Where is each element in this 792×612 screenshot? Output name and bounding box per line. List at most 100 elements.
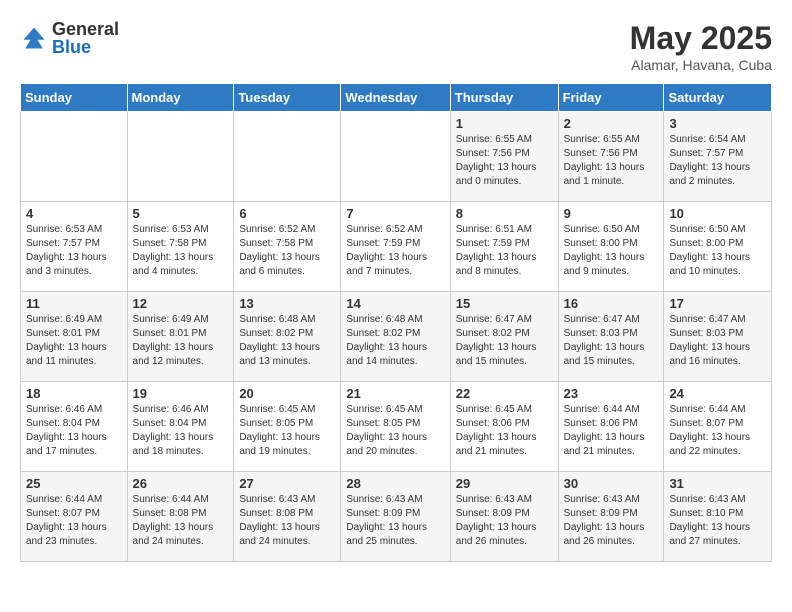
day-number: 18 [26,386,122,401]
weekday-header-friday: Friday [558,84,664,112]
day-info: Sunrise: 6:46 AM Sunset: 8:04 PM Dayligh… [133,403,229,459]
day-number: 27 [239,476,335,491]
day-info: Sunrise: 6:52 AM Sunset: 7:59 PM Dayligh… [346,223,444,279]
day-number: 17 [669,296,766,311]
calendar-cell [21,112,128,202]
day-number: 8 [456,206,553,221]
day-info: Sunrise: 6:43 AM Sunset: 8:08 PM Dayligh… [239,493,335,549]
day-info: Sunrise: 6:44 AM Sunset: 8:08 PM Dayligh… [133,493,229,549]
calendar-cell: 4 Sunrise: 6:53 AM Sunset: 7:57 PM Daylig… [21,202,128,292]
day-info: Sunrise: 6:50 AM Sunset: 8:00 PM Dayligh… [564,223,659,279]
calendar-cell: 12 Sunrise: 6:49 AM Sunset: 8:01 PM Dayli… [127,292,234,382]
calendar-cell: 23 Sunrise: 6:44 AM Sunset: 8:06 PM Dayli… [558,382,664,472]
day-number: 29 [456,476,553,491]
calendar-cell: 30Sunrise: 6:43 AM Sunset: 8:09 PM Dayli… [558,472,664,562]
logo: General Blue [20,20,119,56]
calendar-cell [234,112,341,202]
day-number: 23 [564,386,659,401]
day-info: Sunrise: 6:47 AM Sunset: 8:03 PM Dayligh… [669,313,766,369]
calendar-cell: 2Sunrise: 6:55 AM Sunset: 7:56 PM Daylig… [558,112,664,202]
calendar-cell [341,112,450,202]
calendar-cell: 7 Sunrise: 6:52 AM Sunset: 7:59 PM Daylig… [341,202,450,292]
calendar-cell: 5Sunrise: 6:53 AM Sunset: 7:58 PM Daylig… [127,202,234,292]
day-number: 9 [564,206,659,221]
day-info: Sunrise: 6:49 AM Sunset: 8:01 PM Dayligh… [26,313,122,369]
day-number: 1 [456,116,553,131]
weekday-header-sunday: Sunday [21,84,128,112]
day-info: Sunrise: 6:47 AM Sunset: 8:03 PM Dayligh… [564,313,659,369]
day-number: 25 [26,476,122,491]
day-number: 3 [669,116,766,131]
logo-icon [20,24,48,52]
calendar-cell: 21Sunrise: 6:45 AM Sunset: 8:05 PM Dayli… [341,382,450,472]
day-number: 16 [564,296,659,311]
day-info: Sunrise: 6:50 AM Sunset: 8:00 PM Dayligh… [669,223,766,279]
day-number: 22 [456,386,553,401]
day-number: 10 [669,206,766,221]
calendar-cell: 31 Sunrise: 6:43 AM Sunset: 8:10 PM Dayli… [664,472,772,562]
calendar-week-4: 18 Sunrise: 6:46 AM Sunset: 8:04 PM Dayli… [21,382,772,472]
calendar-cell: 25 Sunrise: 6:44 AM Sunset: 8:07 PM Dayli… [21,472,128,562]
day-number: 12 [133,296,229,311]
day-info: Sunrise: 6:55 AM Sunset: 7:56 PM Dayligh… [456,133,553,189]
calendar-cell: 6Sunrise: 6:52 AM Sunset: 7:58 PM Daylig… [234,202,341,292]
day-info: Sunrise: 6:48 AM Sunset: 8:02 PM Dayligh… [239,313,335,369]
logo-general: General [52,20,119,38]
day-number: 11 [26,296,122,311]
day-number: 24 [669,386,766,401]
calendar-week-3: 11 Sunrise: 6:49 AM Sunset: 8:01 PM Dayli… [21,292,772,382]
calendar-week-1: 1 Sunrise: 6:55 AM Sunset: 7:56 PM Daylig… [21,112,772,202]
day-number: 4 [26,206,122,221]
day-number: 15 [456,296,553,311]
calendar-cell: 3 Sunrise: 6:54 AM Sunset: 7:57 PM Daylig… [664,112,772,202]
day-number: 20 [239,386,335,401]
day-info: Sunrise: 6:48 AM Sunset: 8:02 PM Dayligh… [346,313,444,369]
day-number: 13 [239,296,335,311]
calendar-cell: 13 Sunrise: 6:48 AM Sunset: 8:02 PM Dayli… [234,292,341,382]
day-number: 5 [133,206,229,221]
day-info: Sunrise: 6:55 AM Sunset: 7:56 PM Dayligh… [564,133,659,189]
day-info: Sunrise: 6:43 AM Sunset: 8:09 PM Dayligh… [346,493,444,549]
calendar-cell: 14 Sunrise: 6:48 AM Sunset: 8:02 PM Dayli… [341,292,450,382]
day-info: Sunrise: 6:46 AM Sunset: 8:04 PM Dayligh… [26,403,122,459]
month-title: May 2025 [630,20,772,57]
day-info: Sunrise: 6:52 AM Sunset: 7:58 PM Dayligh… [239,223,335,279]
day-info: Sunrise: 6:54 AM Sunset: 7:57 PM Dayligh… [669,133,766,189]
calendar-cell: 28Sunrise: 6:43 AM Sunset: 8:09 PM Dayli… [341,472,450,562]
calendar-cell: 26Sunrise: 6:44 AM Sunset: 8:08 PM Dayli… [127,472,234,562]
day-info: Sunrise: 6:44 AM Sunset: 8:07 PM Dayligh… [669,403,766,459]
day-info: Sunrise: 6:44 AM Sunset: 8:07 PM Dayligh… [26,493,122,549]
calendar-cell: 22 Sunrise: 6:45 AM Sunset: 8:06 PM Dayli… [450,382,558,472]
calendar-cell: 15 Sunrise: 6:47 AM Sunset: 8:02 PM Dayli… [450,292,558,382]
day-info: Sunrise: 6:53 AM Sunset: 7:57 PM Dayligh… [26,223,122,279]
weekday-header-saturday: Saturday [664,84,772,112]
page-header: General Blue May 2025 Alamar, Havana, Cu… [20,20,772,73]
calendar-cell: 18 Sunrise: 6:46 AM Sunset: 8:04 PM Dayli… [21,382,128,472]
logo-text: General Blue [52,20,119,56]
weekday-header-tuesday: Tuesday [234,84,341,112]
calendar-week-2: 4 Sunrise: 6:53 AM Sunset: 7:57 PM Daylig… [21,202,772,292]
calendar-cell [127,112,234,202]
day-number: 14 [346,296,444,311]
calendar-cell: 8Sunrise: 6:51 AM Sunset: 7:59 PM Daylig… [450,202,558,292]
day-number: 19 [133,386,229,401]
day-info: Sunrise: 6:45 AM Sunset: 8:06 PM Dayligh… [456,403,553,459]
calendar-cell: 29Sunrise: 6:43 AM Sunset: 8:09 PM Dayli… [450,472,558,562]
day-info: Sunrise: 6:49 AM Sunset: 8:01 PM Dayligh… [133,313,229,369]
day-number: 7 [346,206,444,221]
day-info: Sunrise: 6:47 AM Sunset: 8:02 PM Dayligh… [456,313,553,369]
calendar-cell: 24 Sunrise: 6:44 AM Sunset: 8:07 PM Dayli… [664,382,772,472]
day-info: Sunrise: 6:43 AM Sunset: 8:10 PM Dayligh… [669,493,766,549]
logo-blue: Blue [52,38,119,56]
calendar-cell: 10 Sunrise: 6:50 AM Sunset: 8:00 PM Dayli… [664,202,772,292]
day-number: 30 [564,476,659,491]
calendar-cell: 27 Sunrise: 6:43 AM Sunset: 8:08 PM Dayli… [234,472,341,562]
day-info: Sunrise: 6:44 AM Sunset: 8:06 PM Dayligh… [564,403,659,459]
location: Alamar, Havana, Cuba [630,57,772,73]
day-number: 31 [669,476,766,491]
weekday-header-wednesday: Wednesday [341,84,450,112]
title-area: May 2025 Alamar, Havana, Cuba [630,20,772,73]
calendar-cell: 11 Sunrise: 6:49 AM Sunset: 8:01 PM Dayli… [21,292,128,382]
calendar-cell: 20Sunrise: 6:45 AM Sunset: 8:05 PM Dayli… [234,382,341,472]
calendar-cell: 9 Sunrise: 6:50 AM Sunset: 8:00 PM Daylig… [558,202,664,292]
